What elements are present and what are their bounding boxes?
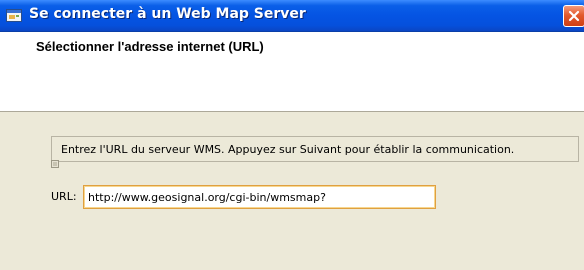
- url-input[interactable]: [83, 185, 436, 209]
- step-title: Sélectionner l'adresse internet (URL): [36, 39, 264, 54]
- info-bullet-icon: [51, 153, 59, 168]
- application-window-icon[interactable]: [6, 8, 22, 24]
- close-icon: [568, 10, 580, 22]
- instruction-text: Entrez l'URL du serveur WMS. Appuyez sur…: [61, 143, 515, 156]
- close-button[interactable]: [563, 5, 584, 27]
- url-label: URL:: [51, 190, 77, 203]
- title-bar[interactable]: Se connecter à un Web Map Server: [0, 0, 584, 32]
- window-title: Se connecter à un Web Map Server: [29, 6, 306, 22]
- dialog-window: Se connecter à un Web Map Server Sélecti…: [0, 0, 584, 270]
